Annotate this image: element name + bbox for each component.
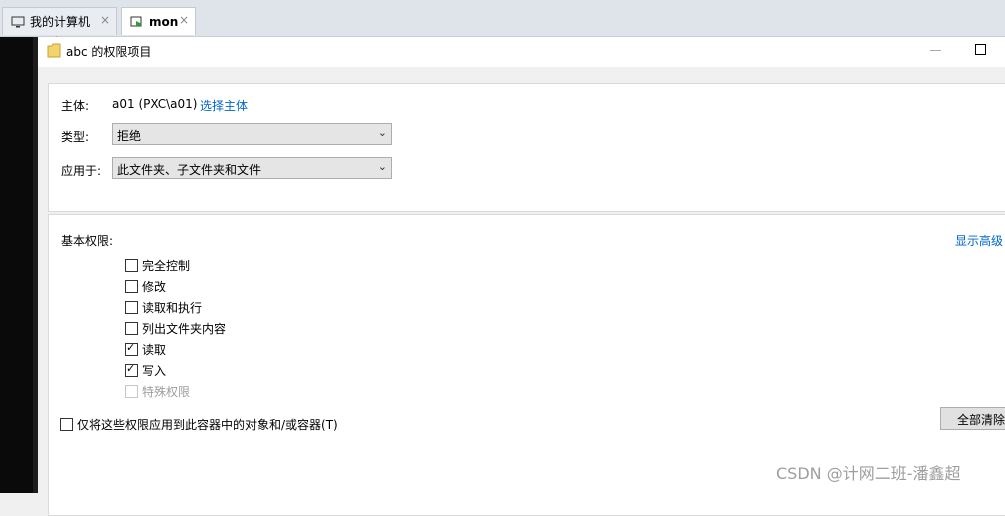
dialog-body: 主体: a01 (PXC\a01) 选择主体 类型: 拒绝 ⌄ 应用于: 此文件… xyxy=(38,67,1005,516)
permission-label: 特殊权限 xyxy=(142,385,191,399)
checkbox-box[interactable] xyxy=(125,259,138,272)
principal-value: a01 (PXC\a01) xyxy=(112,97,198,111)
permission-label: 读取和执行 xyxy=(142,301,203,315)
permission-label: 完全控制 xyxy=(142,259,191,273)
vm-play-icon xyxy=(130,16,142,27)
tab-mon[interactable]: mon × xyxy=(121,7,196,35)
type-value: 拒绝 xyxy=(117,129,142,143)
permission-label: 读取 xyxy=(142,343,167,357)
permission-label: 列出文件夹内容 xyxy=(142,322,227,336)
title-bar: abc 的权限项目 xyxy=(38,37,1005,67)
checkbox-box xyxy=(125,385,138,398)
applies-to-value: 此文件夹、子文件夹和文件 xyxy=(117,163,262,177)
permission-checkbox[interactable]: 列出文件夹内容 xyxy=(125,320,226,337)
basic-permissions-label: 基本权限: xyxy=(61,234,114,248)
permission-checkbox[interactable]: 完全控制 xyxy=(125,257,190,274)
permission-label: 写入 xyxy=(142,364,167,378)
permission-checkbox[interactable]: 修改 xyxy=(125,278,166,295)
checkbox-box[interactable] xyxy=(125,280,138,293)
show-advanced-link[interactable]: 显示高级 xyxy=(955,232,1003,249)
desktop-background xyxy=(0,37,38,493)
principal-panel: 主体: a01 (PXC\a01) 选择主体 类型: 拒绝 ⌄ 应用于: 此文件… xyxy=(48,83,1005,212)
folder-icon xyxy=(47,43,61,58)
principal-label: 主体: xyxy=(61,99,90,113)
permission-checkbox: 特殊权限 xyxy=(125,383,190,400)
applies-to-select[interactable]: 此文件夹、子文件夹和文件 ⌄ xyxy=(112,157,392,179)
dialog-title: abc 的权限项目 xyxy=(66,45,152,59)
maximize-button[interactable] xyxy=(975,44,986,55)
checkbox-box[interactable]: ✓ xyxy=(125,362,138,377)
checkbox-box[interactable] xyxy=(125,322,138,335)
apply-only-checkbox[interactable]: 仅将这些权限应用到此容器中的对象和/或容器(T) xyxy=(60,416,338,433)
monitor-icon xyxy=(11,16,25,27)
close-icon[interactable]: × xyxy=(100,13,110,27)
clear-all-button[interactable]: 全部清除 xyxy=(940,407,1005,430)
applies-to-label: 应用于: xyxy=(61,164,102,178)
watermark: CSDN @计网二班-潘鑫超 xyxy=(776,464,961,483)
checkmark-icon: ✓ xyxy=(126,362,136,375)
tab-label: mon xyxy=(149,14,179,29)
permission-checkbox[interactable]: ✓ 读取 xyxy=(125,341,166,358)
checkmark-icon: ✓ xyxy=(126,341,136,354)
checkbox-box[interactable] xyxy=(60,418,73,431)
chevron-down-icon: ⌄ xyxy=(377,126,387,139)
checkbox-box[interactable] xyxy=(125,301,138,314)
tab-bar: 我的计算机 × mon × xyxy=(0,0,1005,37)
clear-all-label: 全部清除 xyxy=(957,413,1005,427)
type-select[interactable]: 拒绝 ⌄ xyxy=(112,123,392,145)
apply-only-label: 仅将这些权限应用到此容器中的对象和/或容器(T) xyxy=(77,418,338,432)
chevron-down-icon: ⌄ xyxy=(377,160,387,173)
permission-checkbox[interactable]: 读取和执行 xyxy=(125,299,202,316)
tab-label: 我的计算机 xyxy=(30,15,91,29)
permission-label: 修改 xyxy=(142,280,167,294)
type-label: 类型: xyxy=(61,130,90,144)
select-principal-link[interactable]: 选择主体 xyxy=(200,97,248,114)
permission-entry-dialog: abc 的权限项目 主体: a01 (PXC\a01) 选择主体 类型: 拒绝 … xyxy=(38,37,1005,516)
checkbox-box[interactable]: ✓ xyxy=(125,341,138,356)
tab-my-computer[interactable]: 我的计算机 × xyxy=(2,7,117,35)
permission-checkbox[interactable]: ✓ 写入 xyxy=(125,362,166,379)
close-icon[interactable]: × xyxy=(179,13,189,27)
minimize-button[interactable] xyxy=(930,50,941,51)
